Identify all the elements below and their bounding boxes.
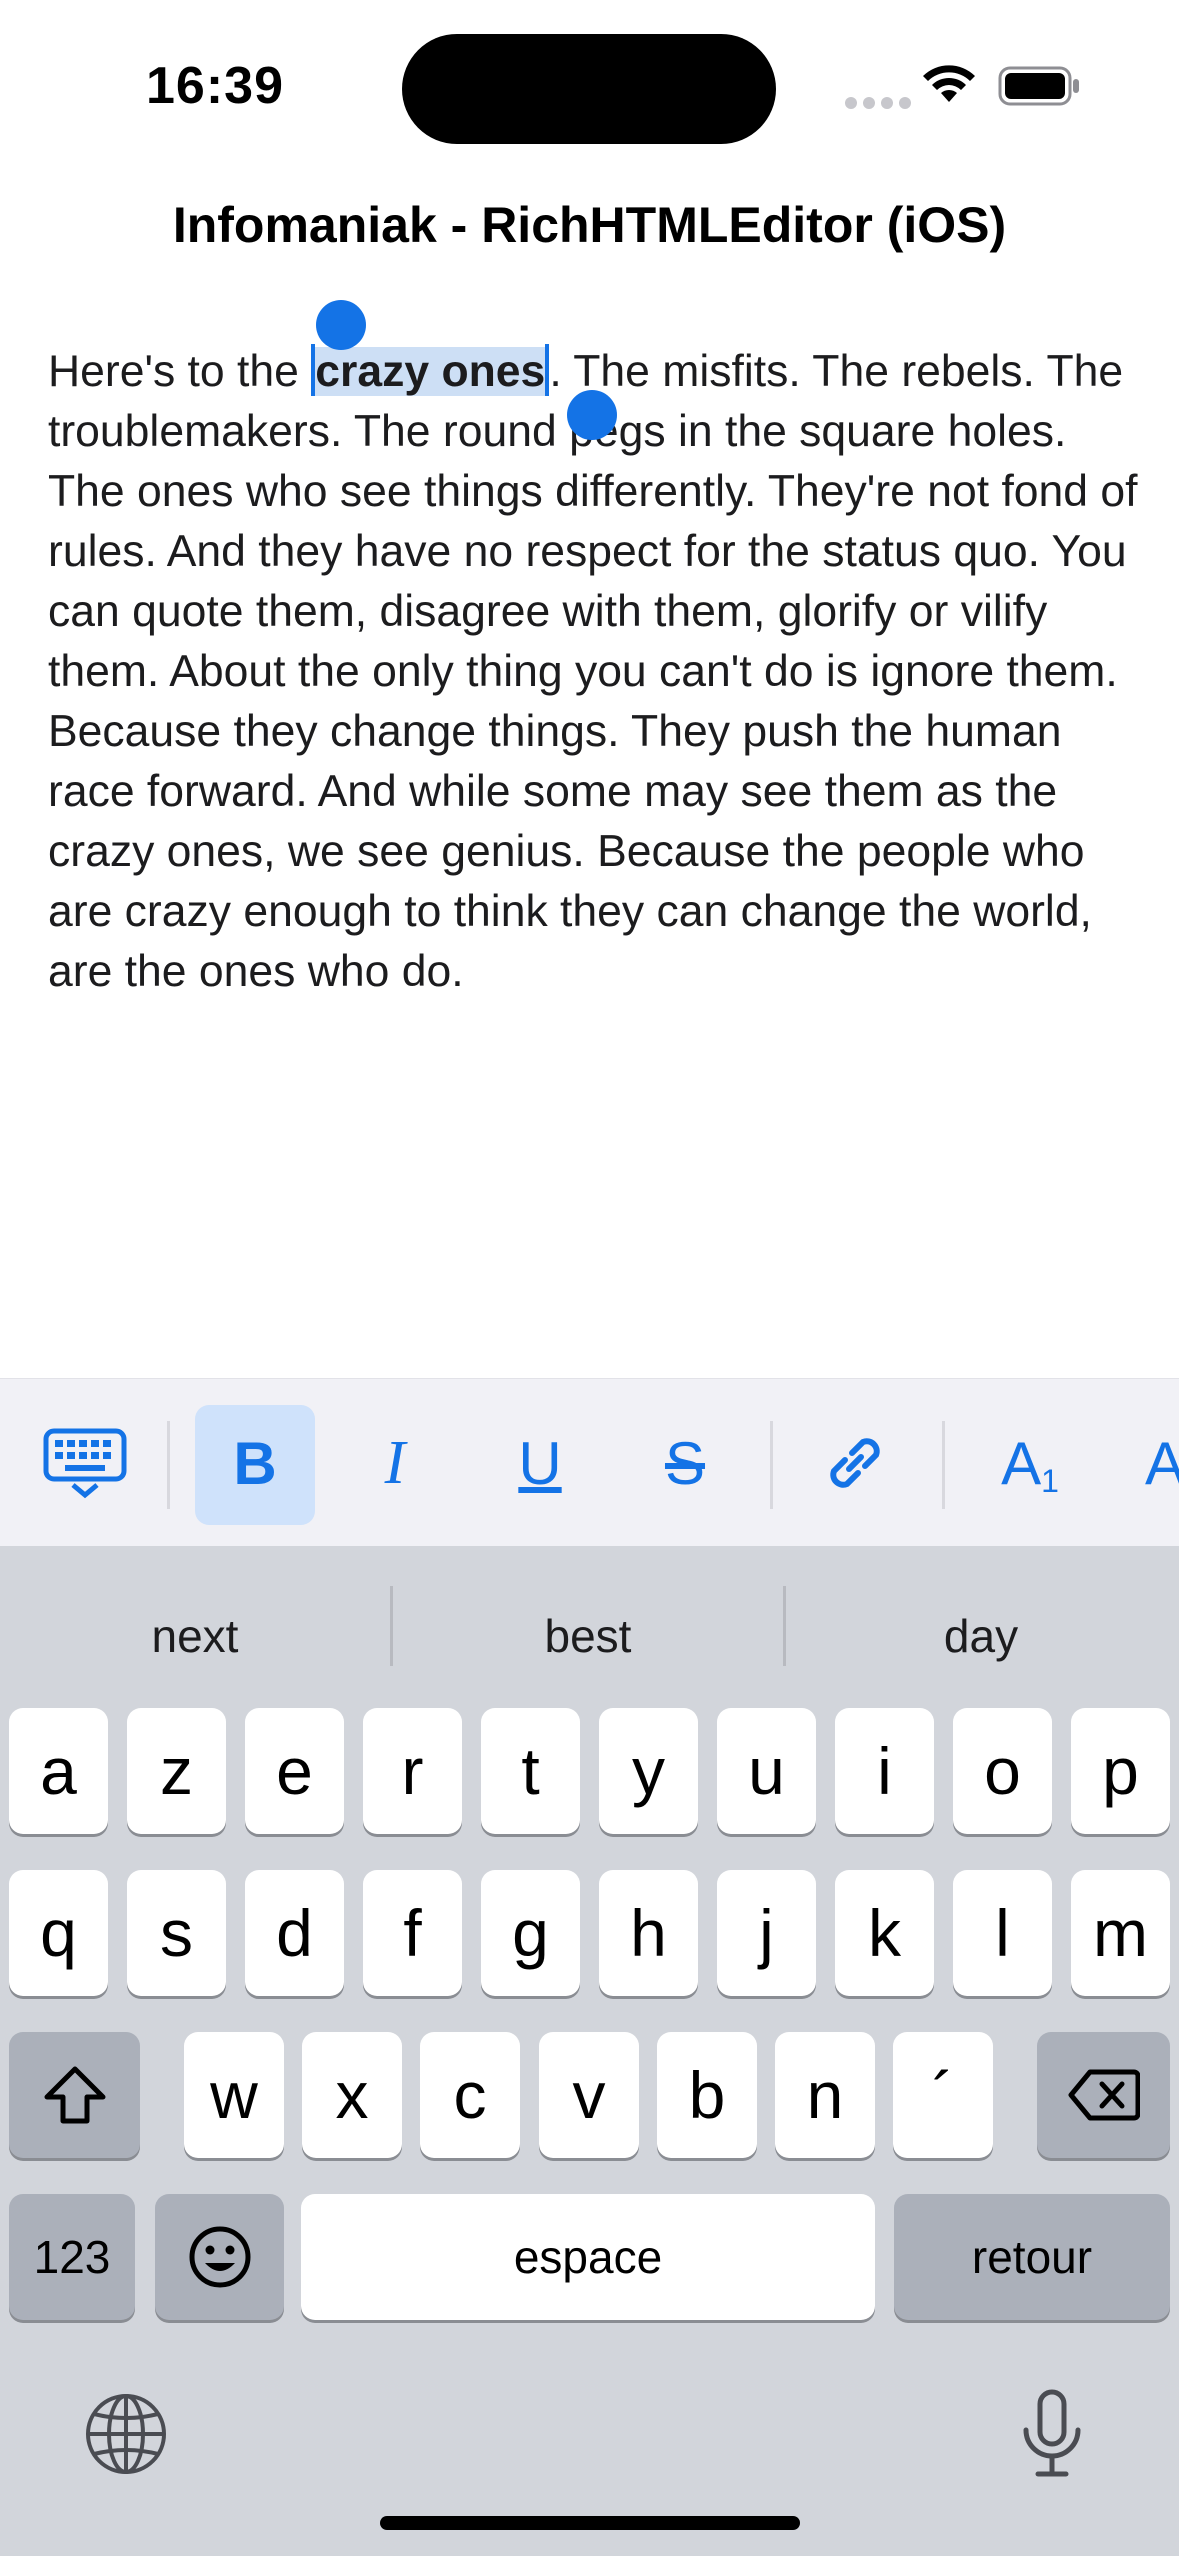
keyboard-dismiss-icon[interactable] — [30, 1379, 140, 1547]
key-h[interactable]: h — [599, 1870, 698, 1996]
page-title: Infomaniak - RichHTMLEditor (iOS) — [172, 197, 1007, 253]
battery-icon — [998, 66, 1079, 106]
key-n[interactable]: n — [775, 2032, 875, 2158]
key-j[interactable]: j — [717, 1870, 816, 1996]
microphone-icon[interactable] — [1016, 2388, 1088, 2480]
suggestion-1[interactable]: next — [0, 1596, 390, 1676]
key-p[interactable]: p — [1071, 1708, 1170, 1834]
selected-text[interactable]: crazy ones — [315, 347, 546, 396]
key-l[interactable]: l — [953, 1870, 1052, 1996]
text-after-selection: . The misfits. The rebels. The troublema… — [48, 347, 1138, 996]
key-c[interactable]: c — [420, 2032, 520, 2158]
strikethrough-button[interactable]: S — [630, 1379, 740, 1547]
key-y[interactable]: y — [599, 1708, 698, 1834]
key-i[interactable]: i — [835, 1708, 934, 1834]
key-d[interactable]: d — [245, 1870, 344, 1996]
wifi-icon — [923, 65, 975, 102]
italic-button[interactable]: I — [340, 1379, 450, 1547]
key-k[interactable]: k — [835, 1870, 934, 1996]
cellular-signal-icon — [845, 97, 911, 109]
key-s[interactable]: s — [127, 1870, 226, 1996]
delete-key[interactable] — [1037, 2032, 1170, 2158]
key-g[interactable]: g — [481, 1870, 580, 1996]
return-key[interactable]: retour — [894, 2194, 1170, 2320]
status-time: 16:39 — [146, 57, 284, 115]
key-f[interactable]: f — [363, 1870, 462, 1996]
text-before-selection: Here's to the — [48, 347, 312, 396]
key-z[interactable]: z — [127, 1708, 226, 1834]
key-q[interactable]: q — [9, 1870, 108, 1996]
suggestion-2[interactable]: best — [393, 1596, 783, 1676]
shift-icon — [44, 2066, 105, 2124]
subscript-index: 1 — [1041, 1462, 1059, 1499]
key-x[interactable]: x — [302, 2032, 402, 2158]
emoji-key[interactable] — [155, 2194, 284, 2320]
underline-button[interactable]: U — [485, 1379, 595, 1547]
bold-button[interactable]: B — [195, 1379, 315, 1547]
home-indicator — [380, 2516, 800, 2530]
keyboard: next best day a z e r t y u i o p q s d … — [0, 1546, 1179, 2556]
key-o[interactable]: o — [953, 1708, 1052, 1834]
delete-icon — [1068, 2069, 1140, 2121]
link-icon[interactable] — [800, 1379, 910, 1547]
shift-key[interactable] — [9, 2032, 140, 2158]
subscript-button[interactable]: A1 — [975, 1379, 1085, 1547]
globe-icon[interactable] — [84, 2392, 168, 2476]
selection-handle-start[interactable] — [316, 300, 366, 350]
subscript-label: A — [1001, 1429, 1042, 1497]
toolbar-divider — [942, 1421, 945, 1509]
key-acute[interactable]: ´ — [893, 2032, 993, 2158]
toolbar-divider — [770, 1421, 773, 1509]
rich-text-editor[interactable]: Here's to the crazy ones. The misfits. T… — [48, 342, 1148, 1002]
key-t[interactable]: t — [481, 1708, 580, 1834]
key-v[interactable]: v — [539, 2032, 639, 2158]
key-e[interactable]: e — [245, 1708, 344, 1834]
key-m[interactable]: m — [1071, 1870, 1170, 1996]
key-a[interactable]: a — [9, 1708, 108, 1834]
formatting-toolbar: B I U S A1 A — [0, 1378, 1179, 1547]
superscript-button[interactable]: A — [1145, 1379, 1179, 1547]
selection-handle-end[interactable] — [567, 390, 617, 440]
key-r[interactable]: r — [363, 1708, 462, 1834]
space-key[interactable]: espace — [301, 2194, 875, 2320]
key-u[interactable]: u — [717, 1708, 816, 1834]
toolbar-divider — [167, 1421, 170, 1509]
dynamic-island — [402, 34, 776, 144]
numbers-key[interactable]: 123 — [9, 2194, 135, 2320]
key-w[interactable]: w — [184, 2032, 284, 2158]
suggestion-3[interactable]: day — [786, 1596, 1176, 1676]
key-b[interactable]: b — [657, 2032, 757, 2158]
emoji-icon — [189, 2226, 250, 2288]
